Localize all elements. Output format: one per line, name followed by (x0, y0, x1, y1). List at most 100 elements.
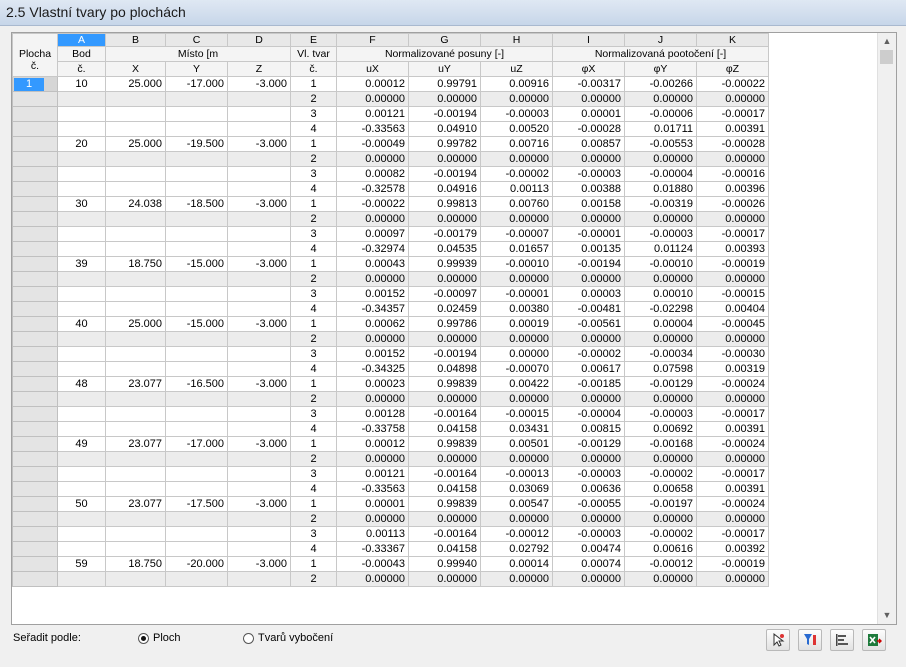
cell-z[interactable] (227, 511, 291, 527)
cell-plocha[interactable] (12, 451, 58, 467)
cell-phiy[interactable]: -0.00002 (624, 466, 697, 482)
cell-tvar[interactable]: 1 (290, 496, 337, 512)
cell-ux[interactable]: 0.00121 (336, 466, 409, 482)
cell-phiy[interactable]: 0.00692 (624, 421, 697, 437)
cell-z[interactable] (227, 466, 291, 482)
cell-uz[interactable]: 0.00000 (480, 331, 553, 347)
cell-z[interactable] (227, 166, 291, 182)
cell-uz[interactable]: 0.00019 (480, 316, 553, 332)
cell-plocha[interactable] (12, 181, 58, 197)
cell-phiz[interactable]: -0.00019 (696, 556, 769, 572)
cell-phiz[interactable]: 0.00392 (696, 541, 769, 557)
cell-tvar[interactable]: 3 (290, 346, 337, 362)
radio-circle-unchecked[interactable] (243, 632, 254, 644)
cell-tvar[interactable]: 4 (290, 301, 337, 317)
cell-phiy[interactable]: -0.00266 (624, 76, 697, 92)
cell-phix[interactable]: 0.00000 (552, 151, 625, 167)
cell-ux[interactable]: 0.00000 (336, 211, 409, 227)
cell-phix[interactable]: -0.00129 (552, 436, 625, 452)
column-letter-d[interactable]: D (227, 33, 291, 47)
cell-bod[interactable] (57, 181, 106, 197)
cell-y[interactable]: -16.500 (165, 376, 228, 392)
table-row[interactable]: 4 -0.33367 0.04158 0.02792 0.00474 0.00616 0.0… (12, 541, 769, 557)
cell-phix[interactable]: 0.00001 (552, 106, 625, 122)
cell-tvar[interactable]: 4 (290, 541, 337, 557)
cell-x[interactable] (105, 241, 166, 257)
selected-cell[interactable]: 1 (14, 77, 44, 91)
cell-uy[interactable]: 0.04535 (408, 241, 481, 257)
cell-tvar[interactable]: 3 (290, 406, 337, 422)
cell-y[interactable] (165, 451, 228, 467)
cell-phiz[interactable]: 0.00396 (696, 181, 769, 197)
cell-phix[interactable]: 0.00000 (552, 511, 625, 527)
cell-phix[interactable]: 0.00000 (552, 391, 625, 407)
cell-ux[interactable]: 0.00043 (336, 256, 409, 272)
cell-phiz[interactable]: 0.00000 (696, 211, 769, 227)
cell-phiy[interactable]: 0.00000 (624, 271, 697, 287)
cell-uz[interactable]: 0.00000 (480, 571, 553, 587)
cell-tvar[interactable]: 2 (290, 271, 337, 287)
cell-uy[interactable]: -0.00097 (408, 286, 481, 302)
cell-bod[interactable] (57, 226, 106, 242)
cell-tvar[interactable]: 4 (290, 181, 337, 197)
cell-uz[interactable]: 0.00014 (480, 556, 553, 572)
cell-ux[interactable]: -0.33367 (336, 541, 409, 557)
cell-phiz[interactable]: 0.00319 (696, 361, 769, 377)
cell-ux[interactable]: 0.00000 (336, 271, 409, 287)
cell-phiy[interactable]: 0.00000 (624, 511, 697, 527)
table-row[interactable]: 4 -0.34357 0.02459 0.00380 -0.00481 -0.02298 0… (12, 301, 769, 317)
cell-z[interactable] (227, 121, 291, 137)
cell-phix[interactable]: -0.00003 (552, 526, 625, 542)
cell-x[interactable] (105, 481, 166, 497)
cell-ux[interactable]: -0.00049 (336, 136, 409, 152)
cell-uz[interactable]: -0.00012 (480, 526, 553, 542)
cell-z[interactable] (227, 226, 291, 242)
cell-x[interactable]: 18.750 (105, 556, 166, 572)
cell-bod[interactable] (57, 301, 106, 317)
cell-bod[interactable]: 20 (57, 136, 106, 152)
cell-phix[interactable]: -0.00194 (552, 256, 625, 272)
cell-tvar[interactable]: 4 (290, 241, 337, 257)
cell-phiy[interactable]: 0.00000 (624, 331, 697, 347)
cell-uy[interactable]: 0.04158 (408, 481, 481, 497)
cell-tvar[interactable]: 3 (290, 286, 337, 302)
cell-plocha[interactable] (12, 211, 58, 227)
cell-bod[interactable] (57, 211, 106, 227)
table-row[interactable]: 39 18.750 -15.000 -3.000 1 0.00043 0.99939 -0.0… (12, 256, 769, 272)
cell-phiz[interactable]: -0.00017 (696, 526, 769, 542)
cell-phix[interactable]: -0.00561 (552, 316, 625, 332)
cell-phiy[interactable]: -0.02298 (624, 301, 697, 317)
cell-phiy[interactable]: 0.01711 (624, 121, 697, 137)
cell-phix[interactable]: 0.00158 (552, 196, 625, 212)
cell-plocha[interactable] (12, 571, 58, 587)
cell-bod[interactable] (57, 406, 106, 422)
cell-uz[interactable]: -0.00013 (480, 466, 553, 482)
cell-x[interactable] (105, 541, 166, 557)
cell-y[interactable] (165, 91, 228, 107)
table-row[interactable]: 4 -0.32974 0.04535 0.01657 0.00135 0.01124 0.0… (12, 241, 769, 257)
cell-uy[interactable]: 0.99786 (408, 316, 481, 332)
cell-ux[interactable]: 0.00082 (336, 166, 409, 182)
cell-x[interactable] (105, 211, 166, 227)
cell-plocha[interactable] (12, 481, 58, 497)
table-row[interactable]: 2 0.00000 0.00000 0.00000 0.00000 0.00000 0.00… (12, 211, 769, 227)
cell-phiz[interactable]: 0.00000 (696, 511, 769, 527)
cell-phiy[interactable]: 0.01880 (624, 181, 697, 197)
cell-plocha[interactable] (12, 541, 58, 557)
cell-tvar[interactable]: 2 (290, 571, 337, 587)
cell-ux[interactable]: -0.33563 (336, 481, 409, 497)
table-row[interactable]: 59 18.750 -20.000 -3.000 1 -0.00043 0.99940 0.0… (12, 556, 769, 572)
cell-bod[interactable] (57, 541, 106, 557)
cell-uz[interactable]: 0.00000 (480, 346, 553, 362)
cell-uy[interactable]: 0.99839 (408, 496, 481, 512)
pick-button[interactable] (766, 629, 790, 651)
cell-z[interactable] (227, 106, 291, 122)
cell-bod[interactable] (57, 481, 106, 497)
table-row[interactable]: 3 0.00152 -0.00097 -0.00001 0.00003 0.00010 -0… (12, 286, 769, 302)
cell-ux[interactable]: -0.33758 (336, 421, 409, 437)
cell-y[interactable] (165, 166, 228, 182)
cell-phiy[interactable]: 0.00000 (624, 91, 697, 107)
table-row[interactable]: 2 0.00000 0.00000 0.00000 0.00000 0.00000 0.00… (12, 451, 769, 467)
export-excel-button[interactable] (862, 629, 886, 651)
cell-uy[interactable]: 0.04916 (408, 181, 481, 197)
